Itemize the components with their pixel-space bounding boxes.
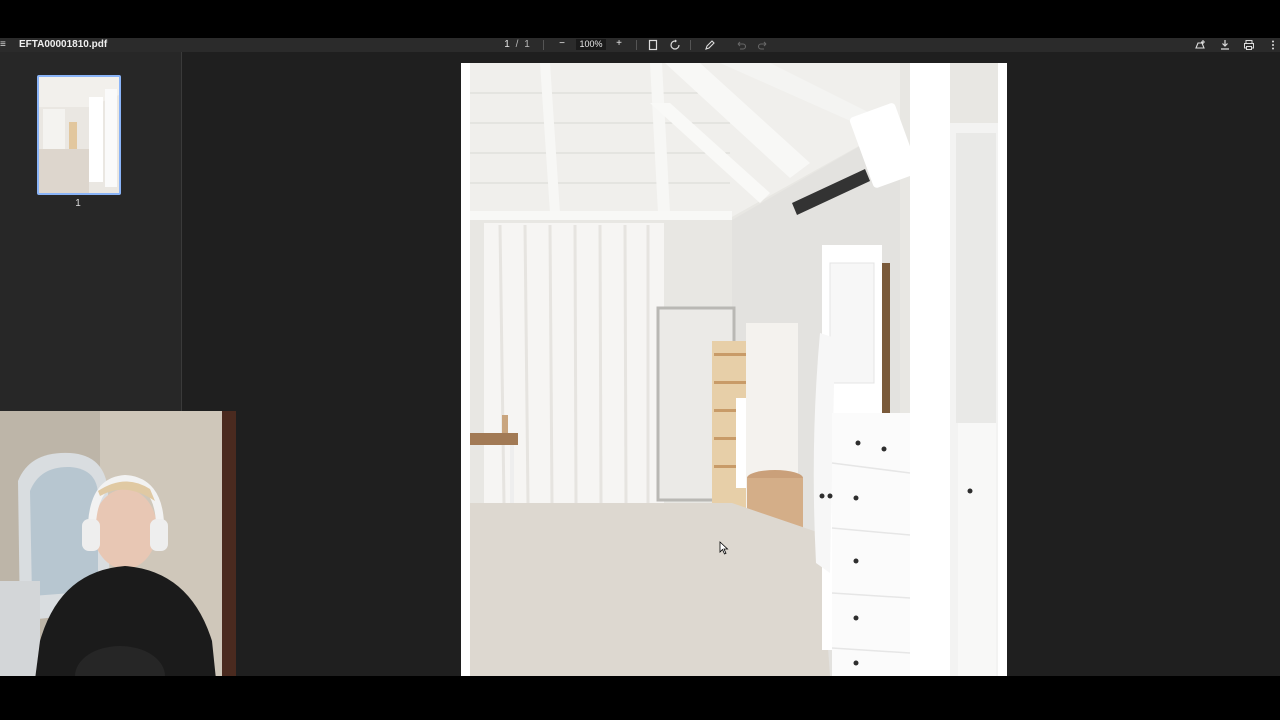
current-page-input[interactable]: 1 <box>503 39 511 50</box>
redo-icon[interactable] <box>756 38 770 52</box>
mouse-cursor-icon <box>719 541 729 555</box>
pdf-page[interactable] <box>461 63 1007 676</box>
webcam-overlay <box>0 411 236 718</box>
undo-icon[interactable] <box>734 38 748 52</box>
thumbnail-label: 1 <box>75 198 81 209</box>
total-pages: 1 <box>524 39 530 50</box>
more-icon[interactable] <box>1266 38 1278 52</box>
page-thumbnail[interactable] <box>37 75 121 195</box>
letterbox-bottom <box>0 676 1280 720</box>
download-icon[interactable] <box>1218 38 1232 52</box>
thumbnail-image <box>39 77 119 193</box>
document-title: EFTA00001810.pdf <box>19 39 108 50</box>
menu-icon[interactable]: ≡ <box>0 39 6 50</box>
room-photo <box>470 63 998 676</box>
toolbar-divider <box>543 40 544 50</box>
add-to-drive-icon[interactable] <box>1193 38 1207 52</box>
fit-page-icon[interactable] <box>646 38 660 52</box>
rotate-icon[interactable] <box>668 38 682 52</box>
print-icon[interactable] <box>1242 38 1256 52</box>
pdf-toolbar: ≡ EFTA00001810.pdf 1 / 1 − 100% + <box>0 38 1280 52</box>
page-separator: / <box>515 39 519 50</box>
toolbar-divider <box>690 40 691 50</box>
zoom-input[interactable]: 100% <box>576 39 606 50</box>
zoom-in-button[interactable]: + <box>613 38 625 49</box>
annotate-icon[interactable] <box>703 38 717 52</box>
toolbar-divider <box>636 40 637 50</box>
zoom-out-button[interactable]: − <box>556 38 568 49</box>
